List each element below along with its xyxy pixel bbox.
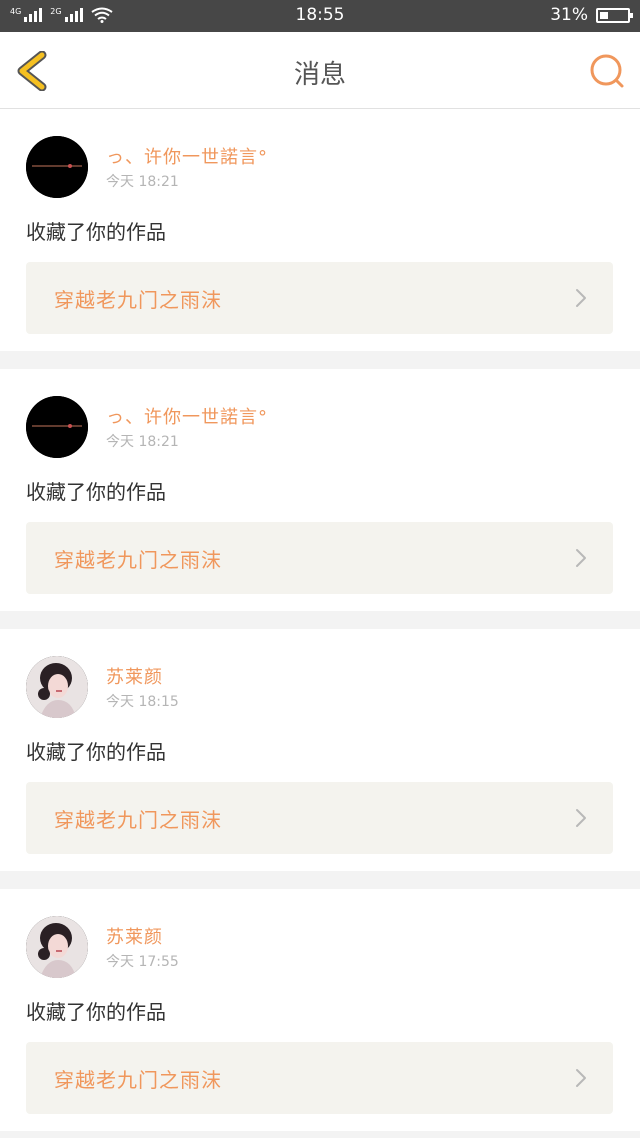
nav-bar: 消息 [0, 32, 640, 109]
message-time: 今天 18:21 [106, 174, 179, 190]
work-link[interactable]: 穿越老九门之雨沫 [26, 522, 613, 594]
work-title: 穿越老九门之雨沫 [54, 808, 222, 832]
avatar[interactable] [26, 916, 88, 978]
message-list: っ、许你一世諾言° 今天 18:21 收藏了你的作品 穿越老九门之雨沫 っ、许你… [0, 109, 640, 1131]
battery-percent: 31% [550, 5, 588, 25]
message-time: 今天 18:21 [106, 434, 179, 450]
message-action: 收藏了你的作品 [26, 1000, 166, 1024]
work-link[interactable]: 穿越老九门之雨沫 [26, 262, 613, 334]
message-time: 今天 18:15 [106, 694, 179, 710]
chevron-right-icon [576, 289, 586, 307]
message-time: 今天 17:55 [106, 954, 179, 970]
work-link[interactable]: 穿越老九门之雨沫 [26, 1042, 613, 1114]
sender-name[interactable]: 苏莱颜 [106, 663, 163, 689]
page-title: 消息 [293, 60, 346, 90]
chevron-right-icon [576, 549, 586, 567]
chevron-right-icon [576, 809, 586, 827]
battery-status: 31% [550, 5, 633, 25]
message-card-3: 苏莱颜 今天 18:15 收藏了你的作品 穿越老九门之雨沫 [0, 629, 640, 871]
clock: 18:55 [295, 5, 345, 25]
sender-name[interactable]: っ、许你一世諾言° [106, 143, 268, 169]
status-bar: 4G 2G 18:55 31% [0, 0, 640, 32]
message-action: 收藏了你的作品 [26, 480, 166, 504]
message-card-1: っ、许你一世諾言° 今天 18:21 收藏了你的作品 穿越老九门之雨沫 [0, 109, 640, 351]
avatar[interactable] [26, 396, 88, 458]
message-action: 收藏了你的作品 [26, 740, 166, 764]
message-card-4: 苏莱颜 今天 17:55 收藏了你的作品 穿越老九门之雨沫 [0, 889, 640, 1131]
message-action: 收藏了你的作品 [26, 220, 166, 244]
message-card-2: っ、许你一世諾言° 今天 18:21 收藏了你的作品 穿越老九门之雨沫 [0, 369, 640, 611]
avatar[interactable] [26, 136, 88, 198]
work-link[interactable]: 穿越老九门之雨沫 [26, 782, 613, 854]
chevron-right-icon [576, 1069, 586, 1087]
battery-icon [596, 7, 633, 23]
work-title: 穿越老九门之雨沫 [54, 548, 222, 572]
avatar[interactable] [26, 656, 88, 718]
work-title: 穿越老九门之雨沫 [54, 288, 222, 312]
sender-name[interactable]: っ、许你一世諾言° [106, 403, 268, 429]
sender-name[interactable]: 苏莱颜 [106, 923, 163, 949]
search-icon[interactable] [588, 52, 626, 90]
work-title: 穿越老九门之雨沫 [54, 1068, 222, 1092]
